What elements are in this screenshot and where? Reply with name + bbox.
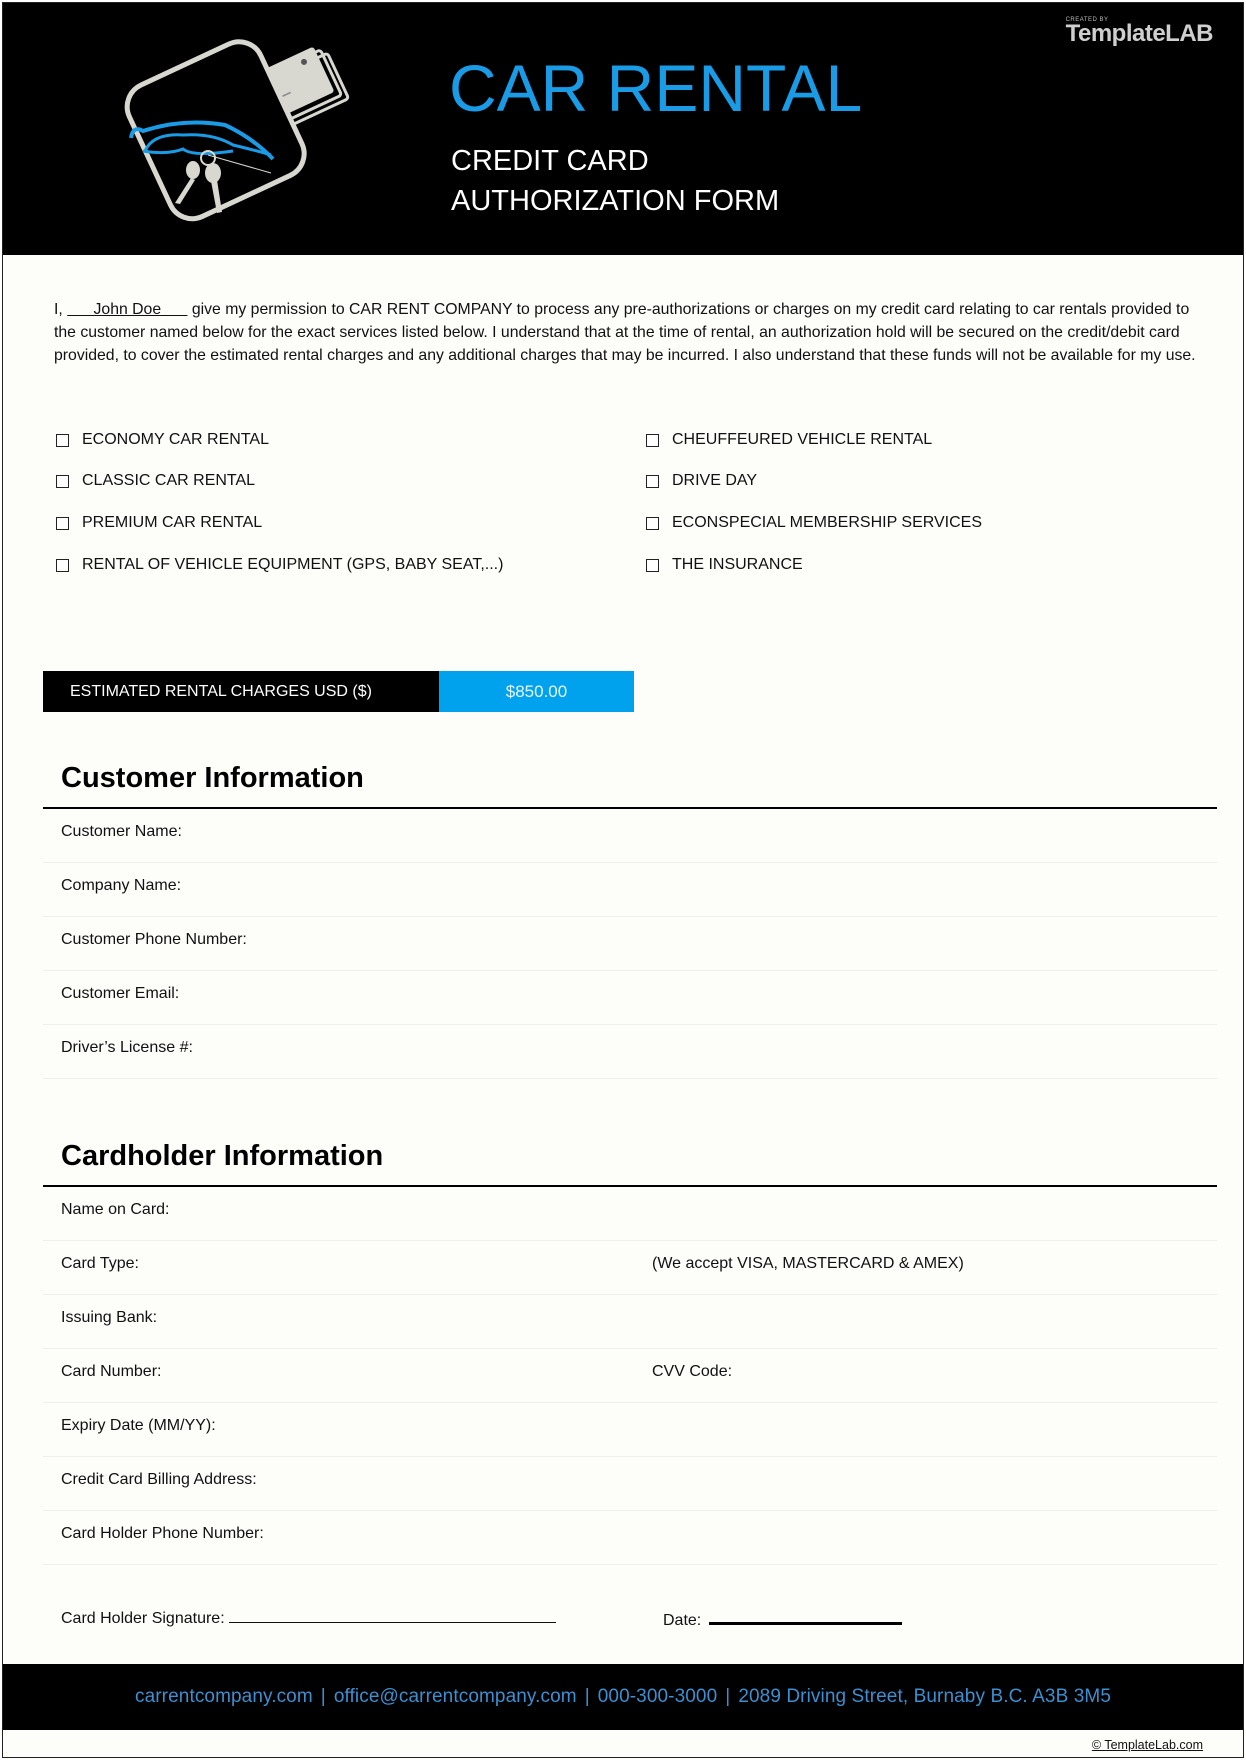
car-keys-credit-card-icon — [124, 39, 350, 222]
billing-address-field[interactable]: Credit Card Billing Address: — [43, 1457, 1217, 1511]
field-label: Credit Card Billing Address: — [61, 1471, 257, 1488]
estimated-charges-bar: ESTIMATED RENTAL CHARGES USD ($) $850.00 — [43, 671, 634, 712]
service-label: ECONOMY CAR RENTAL — [82, 431, 269, 448]
expiry-date-field[interactable]: Expiry Date (MM/YY): — [43, 1403, 1217, 1457]
signature-label: Card Holder Signature: — [61, 1610, 225, 1627]
signature-field[interactable]: Card Holder Signature: — [61, 1609, 556, 1628]
service-label: THE INSURANCE — [672, 556, 803, 573]
estimated-charges-value[interactable]: $850.00 — [439, 671, 634, 712]
field-label: Card Type: — [61, 1255, 139, 1272]
issuing-bank-field[interactable]: Issuing Bank: — [43, 1295, 1217, 1349]
footer-phone: 000-300-3000 — [597, 1686, 718, 1707]
card-type-field[interactable]: Card Type: (We accept VISA, MASTERCARD &… — [43, 1241, 1217, 1295]
cvv-code-label: CVV Code: — [652, 1363, 733, 1380]
contact-footer: carrentcompany.com | office@carrentcompa… — [3, 1664, 1243, 1730]
service-option[interactable]: CLASSIC CAR RENTAL — [56, 469, 255, 493]
checkbox-icon[interactable] — [56, 433, 69, 447]
header-banner: CREATED BY TemplateLAB CAR RENTAL CREDIT… — [3, 3, 1243, 255]
subtitle-line-2: AUTHORIZATION FORM — [451, 185, 780, 217]
customer-name-field[interactable]: Customer Name: — [43, 809, 1217, 863]
field-label: Customer Name: — [61, 823, 182, 840]
footer-email: office@carrentcompany.com — [333, 1686, 577, 1707]
copyright-link[interactable]: © TemplateLab.com — [1092, 1738, 1203, 1752]
footer-separator: | — [320, 1686, 326, 1707]
card-number-field[interactable]: Card Number: CVV Code: — [43, 1349, 1217, 1403]
service-label: ECONSPECIAL MEMBERSHIP SERVICES — [672, 514, 983, 531]
authorizer-name-field[interactable]: John Doe — [67, 301, 187, 318]
field-label: Driver’s License #: — [61, 1039, 193, 1056]
service-label: RENTAL OF VEHICLE EQUIPMENT (GPS, BABY S… — [82, 556, 504, 573]
field-label: Card Holder Phone Number: — [61, 1525, 264, 1542]
name-on-card-field[interactable]: Name on Card: — [43, 1187, 1217, 1241]
service-label: PREMIUM CAR RENTAL — [82, 514, 263, 531]
checkbox-icon[interactable] — [646, 474, 659, 488]
subtitle-line-1: CREDIT CARD — [451, 145, 649, 177]
intro-body: give my permission to CAR RENT COMPANY t… — [54, 301, 1196, 364]
service-option[interactable]: PREMIUM CAR RENTAL — [56, 511, 262, 535]
customer-email-field[interactable]: Customer Email: — [43, 971, 1217, 1025]
checkbox-icon[interactable] — [56, 474, 69, 488]
date-line[interactable] — [709, 1609, 903, 1625]
service-option[interactable]: DRIVE DAY — [646, 469, 757, 493]
page-subtitle: CREDIT CARD AUTHORIZATION FORM — [451, 141, 779, 221]
templatelab-logo: CREATED BY TemplateLAB — [1065, 17, 1214, 47]
customer-info-heading: Customer Information — [61, 762, 364, 794]
service-option[interactable]: CHEUFFEURED VEHICLE RENTAL — [646, 428, 932, 452]
signature-line[interactable] — [228, 1609, 556, 1623]
company-name-field[interactable]: Company Name: — [43, 863, 1217, 917]
accepted-cards-note: (We accept VISA, MASTERCARD & AMEX) — [652, 1255, 964, 1272]
customer-phone-field[interactable]: Customer Phone Number: — [43, 917, 1217, 971]
footer-separator: | — [725, 1686, 731, 1707]
service-option[interactable]: ECONOMY CAR RENTAL — [56, 428, 269, 452]
field-label: Company Name: — [61, 877, 182, 894]
field-label: Name on Card: — [61, 1201, 170, 1218]
service-option[interactable]: THE INSURANCE — [646, 553, 803, 577]
footer-separator: | — [584, 1686, 590, 1707]
service-label: CLASSIC CAR RENTAL — [82, 472, 256, 489]
date-field[interactable]: Date: — [663, 1609, 903, 1630]
field-label: Card Number: — [61, 1363, 162, 1380]
date-label: Date: — [663, 1612, 702, 1629]
field-label: Expiry Date (MM/YY): — [61, 1417, 216, 1434]
checkbox-icon[interactable] — [56, 516, 69, 530]
form-page: CREATED BY TemplateLAB CAR RENTAL CREDIT… — [2, 2, 1244, 1758]
estimated-charges-label: ESTIMATED RENTAL CHARGES USD ($) — [43, 671, 439, 712]
intro-prefix: I, — [54, 301, 68, 318]
checkbox-icon[interactable] — [646, 558, 659, 572]
field-label: Customer Phone Number: — [61, 931, 247, 948]
field-label: Issuing Bank: — [61, 1309, 158, 1326]
service-option[interactable]: ECONSPECIAL MEMBERSHIP SERVICES — [646, 511, 982, 535]
cardholder-phone-field[interactable]: Card Holder Phone Number: — [43, 1511, 1217, 1565]
authorization-statement: I, John Doe give my permission to CAR RE… — [54, 298, 1204, 367]
brand-name: TemplateLAB — [1065, 20, 1214, 47]
service-option[interactable]: RENTAL OF VEHICLE EQUIPMENT (GPS, BABY S… — [56, 553, 503, 577]
drivers-license-field[interactable]: Driver’s License #: — [43, 1025, 1217, 1079]
field-label: Customer Email: — [61, 985, 180, 1002]
cardholder-info-heading: Cardholder Information — [61, 1140, 384, 1172]
page-title: CAR RENTAL — [449, 51, 863, 125]
service-label: DRIVE DAY — [672, 472, 758, 489]
checkbox-icon[interactable] — [56, 558, 69, 572]
footer-website: carrentcompany.com — [134, 1686, 313, 1707]
checkbox-icon[interactable] — [646, 516, 659, 530]
service-label: CHEUFFEURED VEHICLE RENTAL — [672, 431, 933, 448]
footer-address: 2089 Driving Street, Burnaby B.C. A3B 3M… — [738, 1686, 1111, 1707]
checkbox-icon[interactable] — [646, 433, 659, 447]
